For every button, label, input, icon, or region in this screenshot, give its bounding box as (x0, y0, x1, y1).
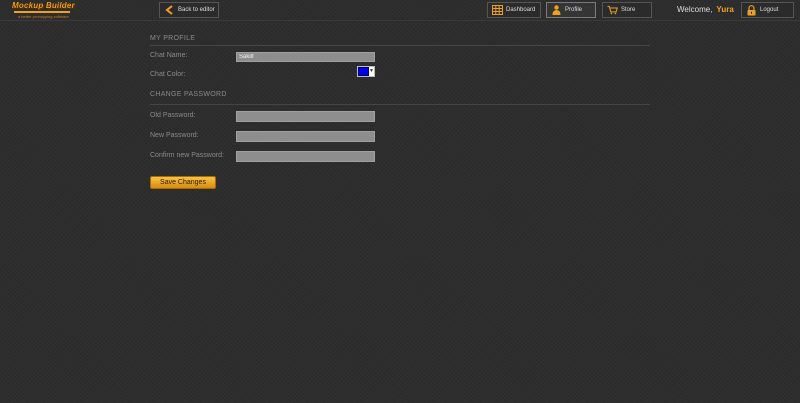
logo-tagline: a better prototyping software (18, 14, 69, 19)
chat-color-label: Chat Color: (150, 71, 186, 78)
old-password-input[interactable] (236, 111, 375, 122)
chat-color-swatch (358, 67, 369, 76)
back-to-editor-label: Back to editor (178, 7, 215, 13)
profile-section-divider (150, 45, 650, 46)
shopping-cart-icon (607, 5, 618, 16)
store-button[interactable]: Store (602, 2, 652, 18)
lock-icon (746, 4, 757, 16)
back-to-editor-button[interactable]: Back to editor (159, 2, 219, 18)
user-icon (551, 5, 562, 16)
logo-name: Mockup Builder (12, 1, 75, 10)
logout-button[interactable]: Logout (741, 2, 794, 18)
store-label: Store (621, 7, 636, 13)
confirm-password-label: Confirm new Password: (150, 152, 224, 159)
chat-name-input[interactable] (236, 52, 375, 62)
grid-icon (492, 5, 503, 16)
profile-section-title: MY PROFILE (150, 35, 196, 42)
new-password-input[interactable] (236, 131, 375, 142)
top-toolbar: Mockup Builder a better prototyping soft… (0, 0, 800, 21)
chat-color-picker[interactable]: ▼ (357, 66, 375, 77)
app-logo[interactable]: Mockup Builder a better prototyping soft… (12, 1, 75, 19)
dashboard-button[interactable]: Dashboard (487, 2, 541, 18)
chevron-left-icon (164, 5, 175, 16)
new-password-label: New Password: (150, 132, 199, 139)
logo-underline (14, 11, 70, 13)
old-password-label: Old Password: (150, 112, 196, 119)
chat-name-label: Chat Name: (150, 52, 188, 59)
confirm-password-input[interactable] (236, 151, 375, 162)
password-section-divider (150, 104, 650, 105)
welcome-message: Welcome, Yura (677, 5, 734, 14)
dropdown-arrow-icon: ▼ (369, 68, 374, 74)
profile-label: Profile (565, 7, 583, 13)
save-changes-button[interactable]: Save Changes (150, 176, 216, 189)
username: Yura (716, 5, 734, 14)
profile-button[interactable]: Profile (546, 2, 596, 18)
welcome-text: Welcome, (677, 5, 713, 14)
dashboard-label: Dashboard (506, 7, 536, 13)
password-section-title: CHANGE PASSWORD (150, 91, 227, 98)
logout-label: Logout (760, 7, 779, 13)
